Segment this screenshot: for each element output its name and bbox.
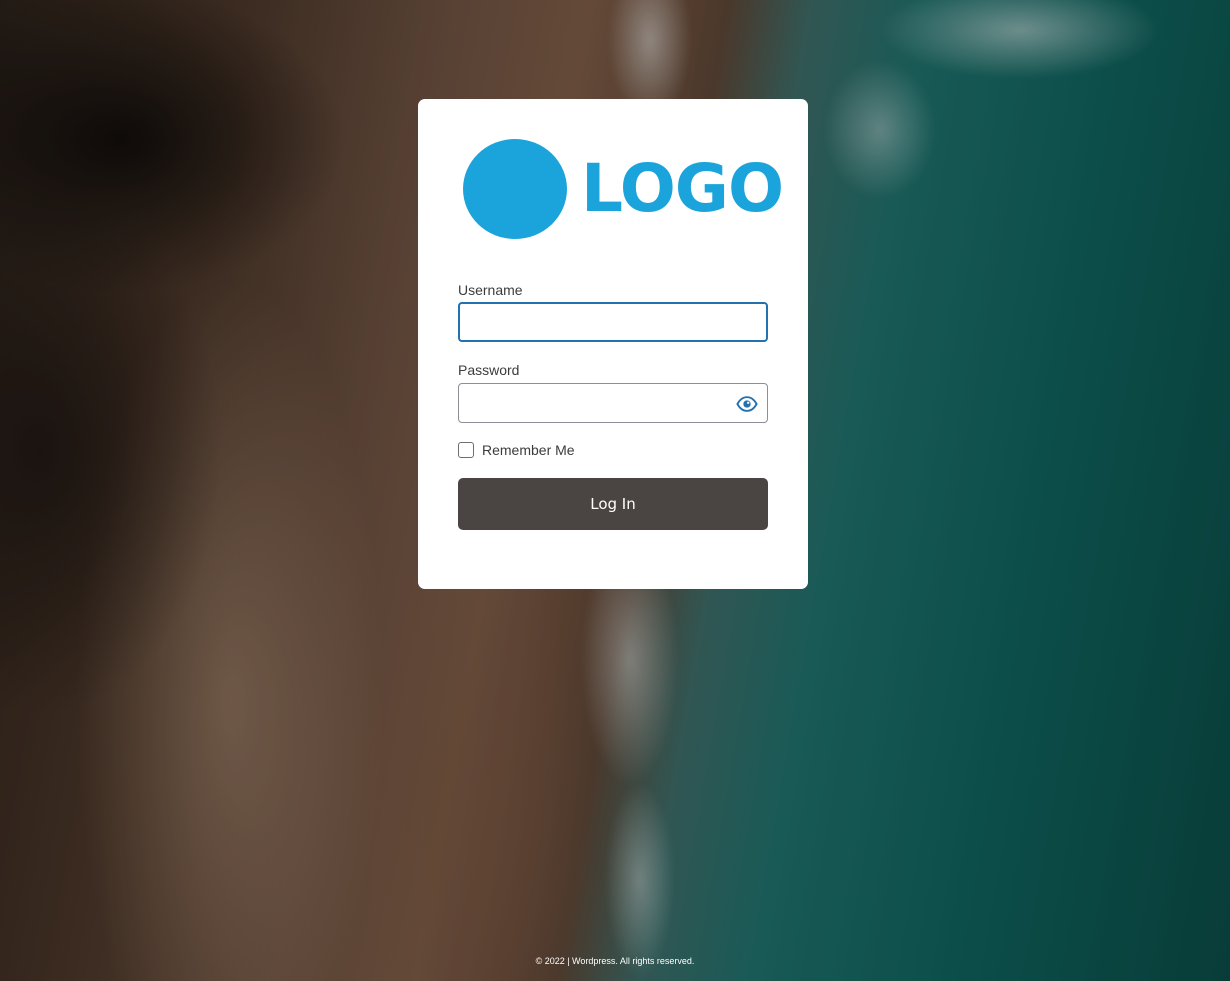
eye-icon[interactable] bbox=[736, 393, 758, 415]
username-label: Username bbox=[458, 282, 523, 298]
login-button[interactable]: Log In bbox=[458, 478, 768, 530]
site-logo[interactable]: LOGO bbox=[463, 139, 784, 239]
footer-copyright: © 2022 | Wordpress. All rights reserved. bbox=[535, 956, 695, 966]
remember-me-label[interactable]: Remember Me bbox=[482, 442, 575, 458]
password-label: Password bbox=[458, 362, 520, 378]
username-input[interactable] bbox=[458, 302, 768, 342]
remember-me-checkbox[interactable] bbox=[458, 442, 474, 458]
logo-text: LOGO bbox=[581, 150, 784, 227]
remember-me-row[interactable]: Remember Me bbox=[458, 441, 575, 459]
logo-circle-icon bbox=[463, 139, 567, 239]
login-card: LOGO Username Password Remember Me Log I… bbox=[418, 99, 808, 589]
password-input[interactable] bbox=[458, 383, 768, 423]
